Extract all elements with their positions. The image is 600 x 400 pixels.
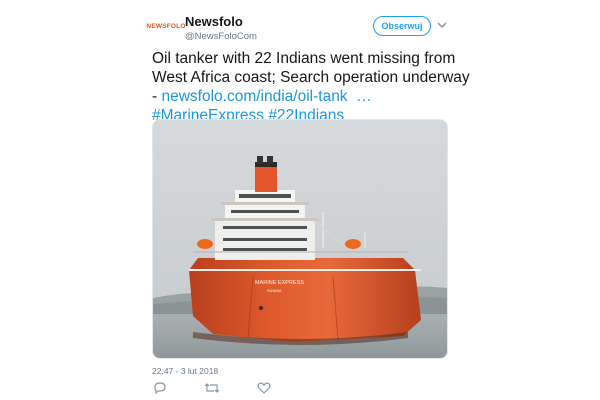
avatar[interactable]: NEWSFOLO [146,14,185,38]
tweet-card: NEWSFOLO Newsfolo @NewsFoloCom Obserwuj … [0,0,600,400]
tweet-text: Oil tanker with 22 Indians went missing … [152,49,470,125]
tweet-line-1: Oil tanker with 22 Indians went missing … [152,50,456,67]
tweet-line-2: West Africa coast; Search operation unde… [152,69,470,86]
oil-tanker-image: MARINE EXPRESS PANAMA [153,120,447,358]
author-handle[interactable]: @NewsFoloCom [185,31,257,42]
reply-icon[interactable] [152,380,168,396]
ship-port-text: PANAMA [267,289,282,293]
author-name[interactable]: Newsfolo [185,14,243,29]
ship-name-text: MARINE EXPRESS [255,280,304,286]
link-ellipsis[interactable]: … [348,88,372,105]
article-link[interactable]: newsfolo.com/india/oil-tank [161,88,347,105]
tweet-photo[interactable]: MARINE EXPRESS PANAMA [152,119,448,359]
tweet-timestamp[interactable]: 22:47 - 3 lut 2018 [152,366,218,376]
retweet-icon[interactable] [204,380,220,396]
avatar-logo-text: NEWSFOLO [146,22,186,30]
like-icon[interactable] [256,380,272,396]
follow-button[interactable]: Obserwuj [373,16,431,36]
tweet-actions [152,380,272,396]
chevron-down-icon[interactable] [436,19,448,31]
tweet-line-3: - newsfolo.com/india/oil-tank … [152,87,452,106]
